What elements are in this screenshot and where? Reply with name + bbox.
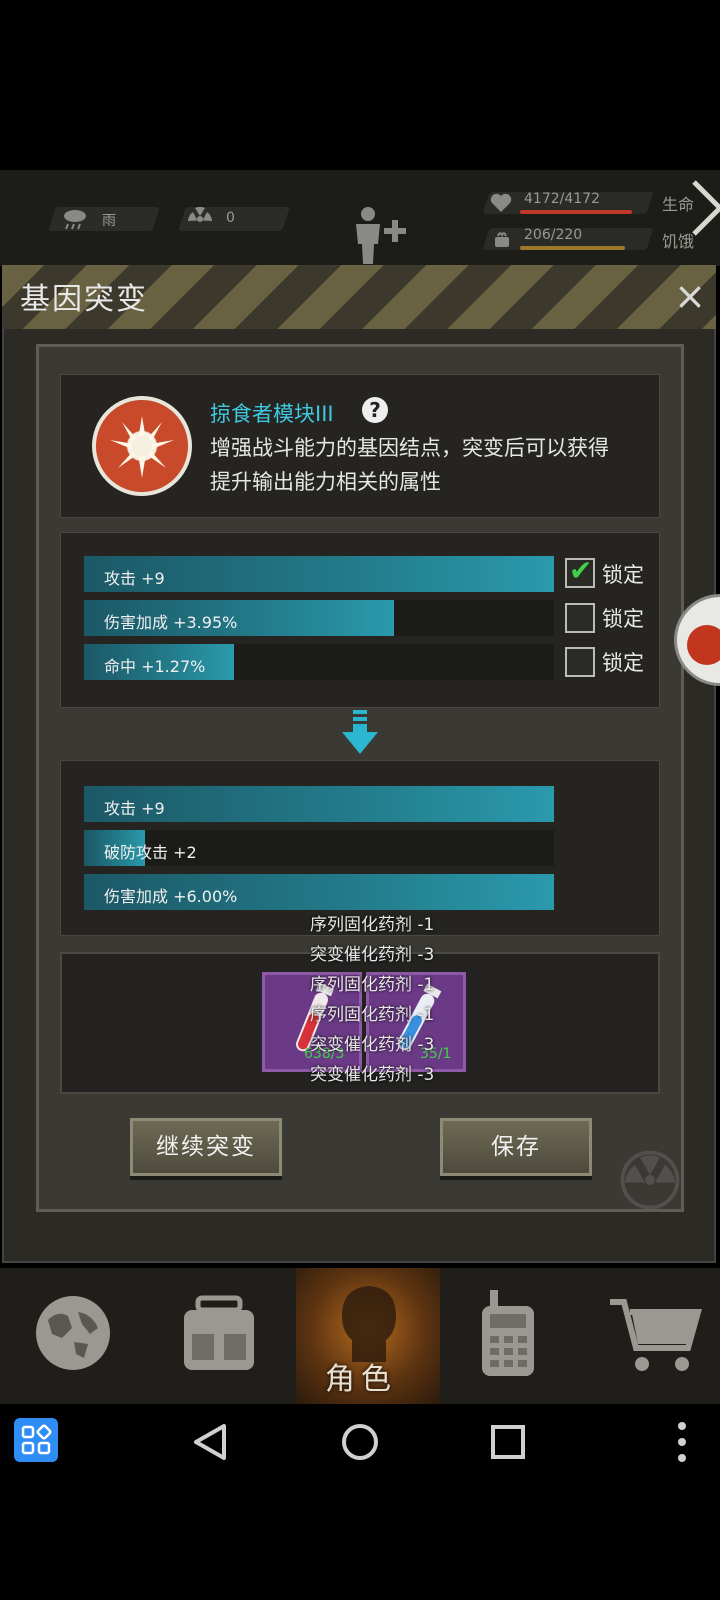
settings-cross-icon[interactable] [690,174,720,238]
save-button[interactable]: 保存 [440,1118,592,1176]
current-attr-label: 命中 +1.27% [104,657,206,676]
app-switcher-icon[interactable] [14,1418,58,1462]
hunger-fill [520,246,625,250]
new-attr-label: 攻击 +9 [104,799,165,818]
weather-text: 雨 [102,213,116,229]
nav-radio[interactable] [436,1268,580,1404]
floating-consume-text: 突变催化药剂 -3 [310,1035,435,1055]
rain-cloud-icon [64,210,86,230]
continue-mutation-button[interactable]: 继续突变 [130,1118,282,1176]
spike-burst-icon [110,416,174,478]
heart-icon [490,193,512,212]
floating-consume-text: 突变催化药剂 -3 [310,945,435,965]
hp-value: 4172/4172 [524,191,600,207]
lock-checkbox[interactable]: ✔ [565,554,595,588]
floating-consume-text: 序列固化药剂 -1 [310,1005,435,1025]
module-name: 掠食者模块III [210,402,334,426]
nav-character-label[interactable]: 角色 [325,1354,397,1398]
nav-shop[interactable] [582,1268,720,1404]
lock-checkbox[interactable]: ✔ [565,647,595,677]
nav-backpack[interactable] [148,1268,292,1404]
more-options-icon[interactable] [676,1420,688,1464]
dialog-title: 基因突变 [20,282,148,317]
floating-consume-text: 序列固化药剂 -1 [310,975,435,995]
back-icon[interactable] [190,1422,230,1462]
predator-module-icon [92,396,192,496]
home-icon[interactable] [340,1422,380,1462]
food-icon [495,232,509,247]
recent-apps-icon[interactable] [490,1424,526,1460]
help-icon[interactable]: ? [362,397,388,423]
new-attr-label: 破防攻击 +2 [104,843,197,862]
floating-consume-text: 突变催化药剂 -3 [310,1065,435,1085]
radiation-watermark-icon [620,1150,680,1210]
globe-icon [36,1296,110,1370]
add-survivor-icon[interactable] [346,206,412,264]
lock-label[interactable]: 锁定 [602,603,644,633]
lock-label[interactable]: 锁定 [602,647,644,677]
current-attr-label: 伤害加成 +3.95% [104,613,238,632]
floating-consume-text: 序列固化药剂 -1 [310,915,435,935]
radiation-text: 0 [226,210,235,226]
backpack-icon [184,1295,254,1370]
module-description-line2: 提升输出能力相关的属性 [210,470,441,494]
nav-world-map[interactable] [0,1268,144,1404]
walkie-talkie-icon [482,1290,534,1376]
radiation-icon [188,207,212,222]
current-attr-label: 攻击 +9 [104,569,165,588]
close-button[interactable]: × [668,274,712,318]
new-attr-label: 伤害加成 +6.00% [104,887,238,906]
potion-icon [687,625,720,665]
lock-label[interactable]: 锁定 [602,559,644,589]
hp-fill [520,210,632,214]
hunger-value: 206/220 [524,227,583,243]
module-description-line1: 增强战斗能力的基因结点，突变后可以获得 [210,436,609,460]
checkmark-icon: ✔ [569,554,593,587]
shopping-cart-icon [610,1299,702,1371]
down-arrow-icon [342,710,378,754]
lock-checkbox[interactable]: ✔ [565,603,595,633]
